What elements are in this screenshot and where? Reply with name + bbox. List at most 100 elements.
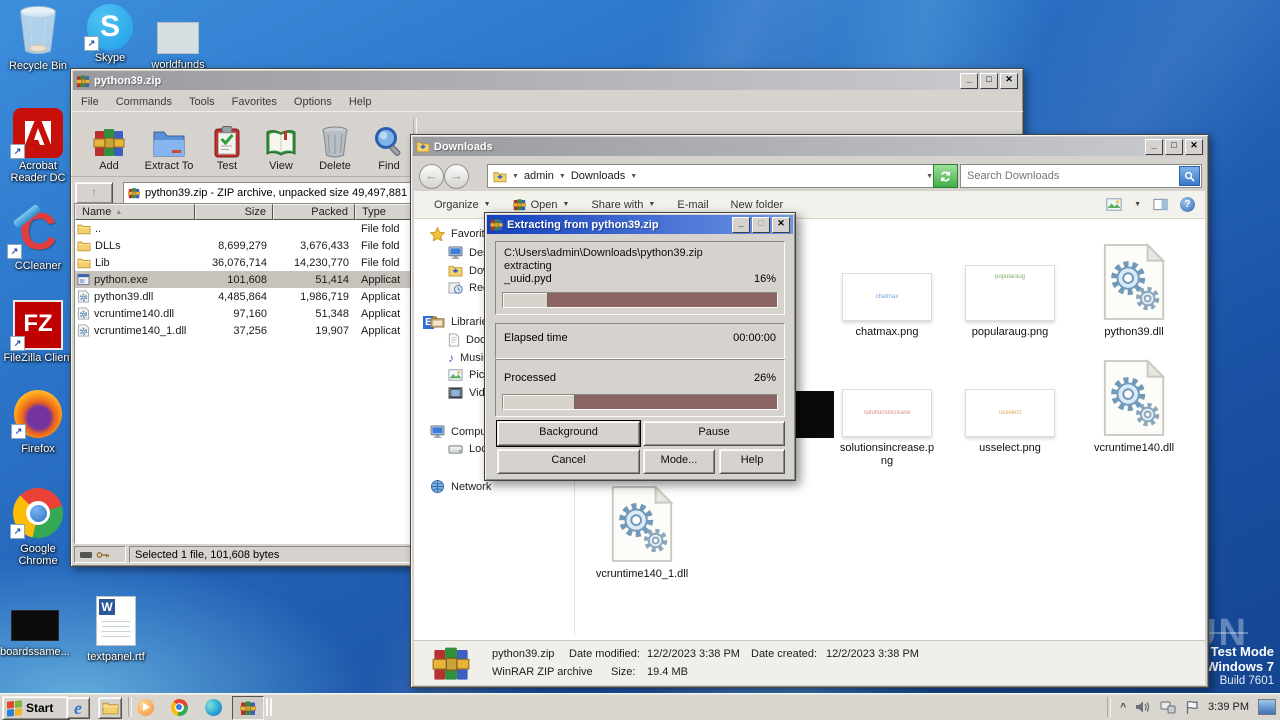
archive-address-field[interactable]: python39.zip - ZIP archive, unpacked siz… xyxy=(123,182,419,204)
mode-button[interactable]: Mode... xyxy=(643,449,715,474)
maximize-button[interactable]: □ xyxy=(1165,138,1183,155)
shortcut-arrow-icon: ↗ xyxy=(11,424,26,439)
email-button[interactable]: E-mail xyxy=(669,199,716,211)
menu-favorites[interactable]: Favorites xyxy=(232,96,277,108)
forward-button[interactable]: → xyxy=(444,164,469,189)
minimize-button[interactable]: _ xyxy=(1145,138,1163,155)
file-tile-vcruntime140-1-dll[interactable]: vcruntime140_1.dll xyxy=(592,485,692,581)
taskbar-winrar-button[interactable] xyxy=(232,696,264,720)
taskbar-edge-icon[interactable] xyxy=(202,697,224,717)
add-archive-icon xyxy=(93,126,125,158)
views-dropdown-icon[interactable]: ▼ xyxy=(1134,201,1141,208)
breadcrumb-root[interactable]: admin xyxy=(524,170,554,182)
menu-help[interactable]: Help xyxy=(349,96,372,108)
desktop-icon-acrobat[interactable]: ↗ Acrobat Reader DC xyxy=(0,108,76,184)
minimize-button[interactable]: _ xyxy=(960,72,978,89)
breadcrumb-chevron-icon[interactable]: ▼ xyxy=(630,173,637,180)
up-directory-button[interactable]: ↑ xyxy=(75,182,113,204)
column-header-packed[interactable]: Packed xyxy=(273,204,355,220)
taskbar-ie-icon[interactable]: e xyxy=(66,697,90,719)
taskbar-wmp-icon[interactable] xyxy=(134,697,156,717)
column-header-size[interactable]: Size xyxy=(195,204,273,220)
menu-commands[interactable]: Commands xyxy=(116,96,172,108)
desktop-icon-filezilla[interactable]: FZ ↗ FileZilla Client xyxy=(0,300,76,364)
test-mode-label: Test Mode Windows 7 Build 7601 xyxy=(1206,644,1274,689)
close-button[interactable]: ✕ xyxy=(772,216,790,233)
views-icon[interactable] xyxy=(1106,198,1122,211)
desktop-icon xyxy=(448,246,463,259)
desktop-icon-worldfunds[interactable]: worldfunds xyxy=(140,22,216,71)
taskbar-clock[interactable]: 3:39 PM xyxy=(1208,701,1249,713)
dll-icon xyxy=(77,324,90,337)
view-book-icon xyxy=(265,128,297,158)
organize-button[interactable]: Organize ▼ xyxy=(426,199,499,211)
search-input[interactable] xyxy=(965,166,1179,186)
new-folder-button[interactable]: New folder xyxy=(723,199,792,211)
maximize-button[interactable]: □ xyxy=(980,72,998,89)
refresh-button[interactable] xyxy=(933,164,958,188)
share-with-button[interactable]: Share with ▼ xyxy=(583,199,663,211)
file-tile-usselect[interactable]: usselect usselect.png xyxy=(960,359,1060,455)
chevron-down-icon: ▼ xyxy=(483,201,491,208)
desktop-icon-skype[interactable]: S ↗ Skype xyxy=(72,4,148,64)
restore-button[interactable]: □ xyxy=(752,216,770,233)
breadcrumb[interactable]: ▼ admin ▼ Downloads ▼ ▼ xyxy=(487,164,939,188)
explorer-title-bar[interactable]: Downloads _ □ ✕ xyxy=(413,137,1206,156)
desktop-icon-chrome[interactable]: ↗ Google Chrome xyxy=(0,488,76,567)
action-center-flag-icon[interactable] xyxy=(1185,700,1199,715)
file-tile-chatmax[interactable]: chatmax chatmax.png xyxy=(837,243,937,339)
menu-file[interactable]: File xyxy=(81,96,99,108)
winrar-menu-bar: File Commands Tools Favorites Options He… xyxy=(71,92,1023,111)
show-desktop-button[interactable] xyxy=(1258,699,1276,715)
test-button[interactable]: Test xyxy=(199,114,255,172)
sidebar-item-music[interactable]: ♪ Music xyxy=(448,351,489,365)
network-icon[interactable] xyxy=(1160,700,1176,714)
dialog-title: Extracting from python39.zip xyxy=(507,218,659,231)
breadcrumb-current[interactable]: Downloads xyxy=(571,170,625,182)
minimize-button[interactable]: _ xyxy=(732,216,750,233)
volume-icon[interactable] xyxy=(1135,700,1151,714)
file-tile-vcruntime140-dll[interactable]: vcruntime140.dll xyxy=(1084,359,1184,455)
file-tile-popularaug[interactable]: popularaug popularaug.png xyxy=(960,243,1060,339)
background-button[interactable]: Background xyxy=(497,421,640,446)
close-button[interactable]: ✕ xyxy=(1185,138,1203,155)
desktop-icon-firefox[interactable]: ↗ Firefox xyxy=(0,390,76,455)
desktop-icon-boardssame[interactable]: boardssame... xyxy=(0,610,73,658)
test-mode-line1: Test Mode xyxy=(1210,644,1274,659)
taskbar-chrome-icon[interactable] xyxy=(168,697,190,717)
close-button[interactable]: ✕ xyxy=(1000,72,1018,89)
desktop-icon-textpanel[interactable]: W textpanel.rtf xyxy=(78,596,154,663)
extract-to-button[interactable]: Extract To xyxy=(137,114,201,172)
tray-chevron-icon[interactable]: ^ xyxy=(1120,702,1126,713)
dialog-title-bar[interactable]: Extracting from python39.zip _ □ ✕ xyxy=(487,215,793,234)
sidebar-item-network[interactable]: Network xyxy=(430,479,491,494)
pause-button[interactable]: Pause xyxy=(643,421,785,446)
desktop-icon-recycle-bin[interactable]: Recycle Bin xyxy=(0,5,76,72)
menu-options[interactable]: Options xyxy=(294,96,332,108)
file-tile-python39-dll[interactable]: python39.dll xyxy=(1084,243,1184,339)
folder-up-icon xyxy=(77,223,91,235)
menu-tools[interactable]: Tools xyxy=(189,96,215,108)
find-button[interactable]: Find xyxy=(361,114,417,172)
png-thumbnail: chatmax xyxy=(842,273,932,321)
start-button[interactable]: Start xyxy=(2,696,70,720)
view-button[interactable]: View xyxy=(253,114,309,172)
desktop-icon-ccleaner[interactable]: C ↗ CCleaner xyxy=(0,203,76,272)
cancel-button[interactable]: Cancel xyxy=(497,449,640,474)
winrar-title-bar[interactable]: python39.zip _ □ ✕ xyxy=(73,71,1021,90)
help-button[interactable]: Help xyxy=(719,449,785,474)
add-button[interactable]: Add xyxy=(81,114,137,172)
search-button[interactable] xyxy=(1179,166,1200,186)
address-dropdown-icon[interactable]: ▼ xyxy=(926,173,933,180)
column-header-name[interactable]: Name ▲ xyxy=(75,204,195,220)
search-box[interactable] xyxy=(960,164,1202,188)
breadcrumb-chevron-icon[interactable]: ▼ xyxy=(512,173,519,180)
preview-pane-icon[interactable] xyxy=(1153,198,1168,211)
taskbar-explorer-icon[interactable] xyxy=(98,697,122,719)
breadcrumb-chevron-icon[interactable]: ▼ xyxy=(559,173,566,180)
help-icon[interactable]: ? xyxy=(1180,197,1195,212)
open-button[interactable]: Open ▼ xyxy=(505,198,578,211)
file-tile-solutionsincrease[interactable]: solutionsincrease solutionsincrease.png xyxy=(837,359,937,468)
delete-button[interactable]: Delete xyxy=(307,114,363,172)
back-button[interactable]: ← xyxy=(419,164,444,189)
